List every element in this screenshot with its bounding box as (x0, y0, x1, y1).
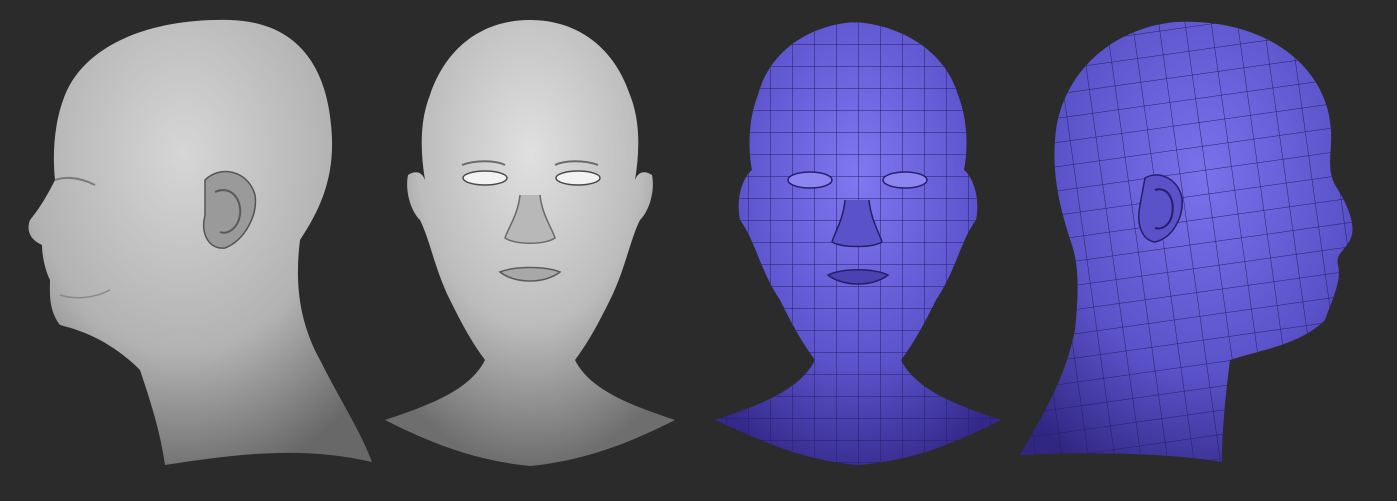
sculpt-front-view (385, 20, 675, 466)
head-renders (28, 19, 1353, 466)
render-viewport (0, 0, 1397, 501)
wireframe-side-right-view (1020, 21, 1353, 462)
right-eye (555, 170, 601, 186)
sculpt-side-left-view (28, 19, 372, 465)
left-eye (462, 170, 508, 186)
wireframe-front-view (715, 22, 1001, 465)
